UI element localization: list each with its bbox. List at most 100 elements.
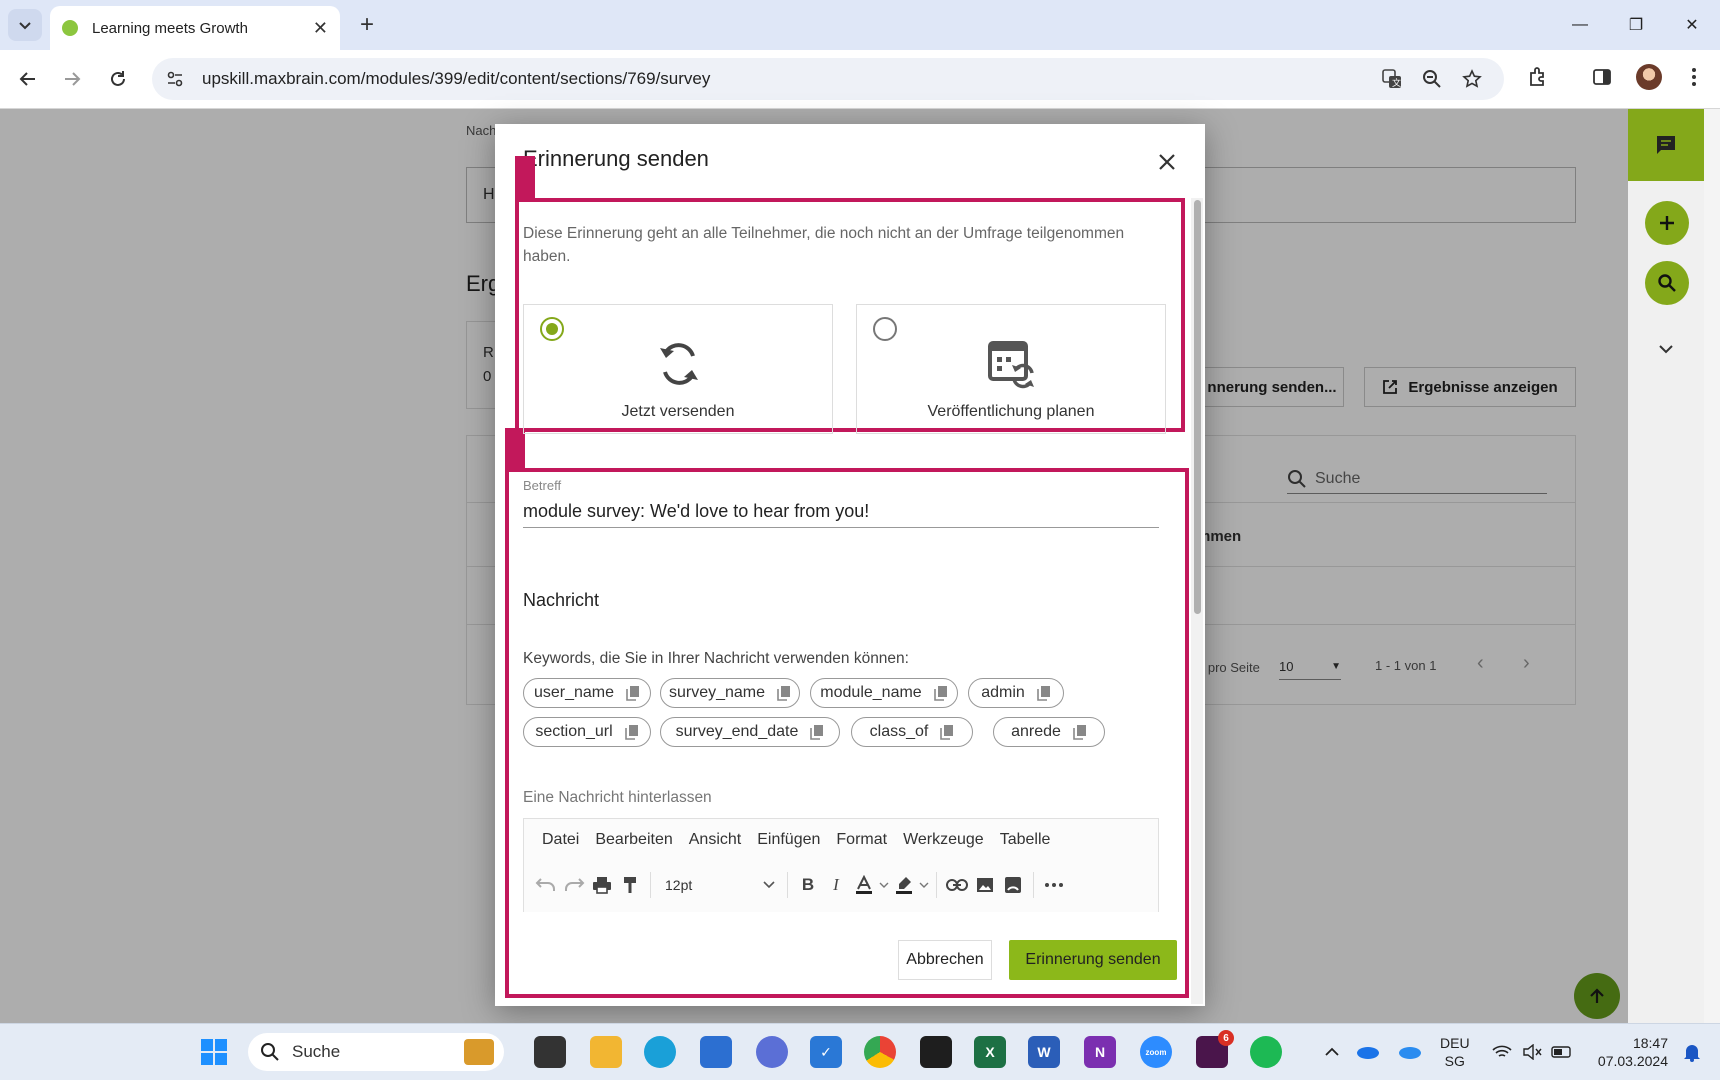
- add-button[interactable]: [1645, 201, 1689, 245]
- address-bar[interactable]: upskill.maxbrain.com/modules/399/edit/co…: [152, 58, 1504, 100]
- rail-search-button[interactable]: [1645, 261, 1689, 305]
- word-icon[interactable]: W: [1028, 1036, 1060, 1068]
- copy-icon[interactable]: [810, 724, 824, 740]
- wifi-icon[interactable]: [1486, 1036, 1518, 1068]
- option-schedule[interactable]: Veröffentlichung planen: [856, 304, 1166, 434]
- keyword-chip[interactable]: anrede: [993, 717, 1105, 747]
- bookmark-star-icon[interactable]: [1460, 67, 1484, 91]
- send-reminder-submit-button[interactable]: Erinnerung senden: [1009, 940, 1177, 980]
- menu-item[interactable]: Einfügen: [749, 831, 828, 849]
- option-send-now[interactable]: Jetzt versenden: [523, 304, 833, 434]
- new-tab-button[interactable]: +: [352, 10, 382, 40]
- todo-icon[interactable]: ✓: [810, 1036, 842, 1068]
- font-size-select[interactable]: 12pt: [657, 871, 781, 899]
- italic-icon[interactable]: I: [822, 871, 850, 899]
- store-icon[interactable]: [700, 1036, 732, 1068]
- close-icon[interactable]: [1153, 148, 1181, 176]
- copy-icon[interactable]: [940, 724, 954, 740]
- subject-input[interactable]: [523, 496, 1159, 528]
- print-icon[interactable]: [588, 871, 616, 899]
- copy-icon[interactable]: [777, 685, 791, 701]
- radio-send-now[interactable]: [540, 317, 564, 341]
- chevron-down-icon[interactable]: [1654, 337, 1678, 361]
- keyword-chip[interactable]: survey_name: [660, 678, 800, 708]
- link-icon[interactable]: [943, 871, 971, 899]
- scroll-top-button[interactable]: [1574, 973, 1620, 1019]
- page-scrollbar[interactable]: [1704, 109, 1720, 1023]
- menu-item[interactable]: Ansicht: [681, 831, 749, 849]
- notification-bell-icon[interactable]: [1676, 1036, 1708, 1068]
- image-icon[interactable]: [971, 871, 999, 899]
- reload-icon[interactable]: [102, 63, 134, 95]
- restore-icon[interactable]: ❐: [1608, 0, 1664, 50]
- excel-icon[interactable]: X: [974, 1036, 1006, 1068]
- tab-search-button[interactable]: [8, 9, 42, 41]
- chevron-down-icon[interactable]: [918, 871, 930, 899]
- onenote-icon[interactable]: N: [1084, 1036, 1116, 1068]
- menu-item[interactable]: Bearbeiten: [587, 831, 680, 849]
- onedrive-icon[interactable]: [1394, 1036, 1426, 1068]
- keyword-chip[interactable]: survey_end_date: [660, 717, 840, 747]
- file-explorer-icon[interactable]: [590, 1036, 622, 1068]
- slack-icon[interactable]: 6: [1196, 1030, 1234, 1068]
- extensions-icon[interactable]: [1524, 63, 1552, 91]
- forward-icon[interactable]: [56, 63, 88, 95]
- volume-muted-icon[interactable]: [1516, 1036, 1548, 1068]
- site-settings-icon[interactable]: [166, 70, 184, 88]
- dialog-scroll-thumb[interactable]: [1194, 200, 1201, 614]
- bold-icon[interactable]: B: [794, 871, 822, 899]
- media-icon[interactable]: [999, 871, 1027, 899]
- copy-icon[interactable]: [624, 724, 639, 740]
- battery-icon[interactable]: [1546, 1036, 1578, 1068]
- browser-tab-active[interactable]: Learning meets Growth ✕: [50, 6, 340, 50]
- taskbar-search[interactable]: Suche: [248, 1033, 504, 1071]
- input-language[interactable]: DEU SG: [1440, 1034, 1470, 1070]
- app-icon[interactable]: [756, 1036, 788, 1068]
- clock[interactable]: 18:47 07.03.2024: [1590, 1034, 1668, 1070]
- copy-icon[interactable]: [1036, 685, 1051, 701]
- undo-icon[interactable]: [532, 871, 560, 899]
- highlight-color-icon[interactable]: [890, 871, 918, 899]
- redo-icon[interactable]: [560, 871, 588, 899]
- task-view-icon[interactable]: [534, 1036, 566, 1068]
- radio-schedule[interactable]: [873, 317, 897, 341]
- zoom-app-icon[interactable]: zoom: [1140, 1036, 1172, 1068]
- copy-icon[interactable]: [933, 685, 948, 701]
- figma-icon[interactable]: [920, 1036, 952, 1068]
- translate-icon[interactable]: 文: [1380, 67, 1404, 91]
- side-panel-icon[interactable]: [1588, 63, 1616, 91]
- keyword-chip[interactable]: class_of: [851, 717, 973, 747]
- copy-icon[interactable]: [1073, 724, 1087, 740]
- spotify-icon[interactable]: [1250, 1036, 1282, 1068]
- keyword-chip[interactable]: section_url: [523, 717, 651, 747]
- keyword-chip[interactable]: user_name: [523, 678, 651, 708]
- chevron-down-icon: [19, 22, 31, 30]
- menu-item[interactable]: Format: [828, 831, 895, 849]
- cancel-button[interactable]: Abbrechen: [898, 940, 992, 980]
- browser-menu-icon[interactable]: [1680, 63, 1708, 91]
- copy-icon[interactable]: [626, 685, 640, 701]
- chat-button[interactable]: [1628, 109, 1704, 181]
- keyword-chip[interactable]: module_name: [810, 678, 958, 708]
- profile-avatar[interactable]: [1636, 64, 1662, 90]
- window-close-icon[interactable]: ✕: [1664, 0, 1720, 50]
- text-color-icon[interactable]: [850, 871, 878, 899]
- windows-start-icon[interactable]: [198, 1036, 230, 1068]
- more-icon[interactable]: [1040, 871, 1068, 899]
- zoom-icon[interactable]: [1420, 67, 1444, 91]
- onedrive-icon[interactable]: [1352, 1036, 1384, 1068]
- chevron-down-icon[interactable]: [878, 871, 890, 899]
- chrome-icon[interactable]: [864, 1036, 896, 1068]
- tab-close-icon[interactable]: ✕: [313, 18, 328, 39]
- menu-item[interactable]: Tabelle: [992, 831, 1059, 849]
- chevron-up-icon[interactable]: [1316, 1036, 1348, 1068]
- edge-icon[interactable]: [644, 1036, 676, 1068]
- schedule-icon: [987, 339, 1037, 389]
- subject-label: Betreff: [523, 478, 562, 493]
- back-icon[interactable]: [12, 63, 44, 95]
- format-painter-icon[interactable]: [616, 871, 644, 899]
- menu-item[interactable]: Werkzeuge: [895, 831, 992, 849]
- keyword-chip[interactable]: admin: [968, 678, 1064, 708]
- minimize-icon[interactable]: —: [1552, 0, 1608, 50]
- menu-item[interactable]: Datei: [534, 831, 587, 849]
